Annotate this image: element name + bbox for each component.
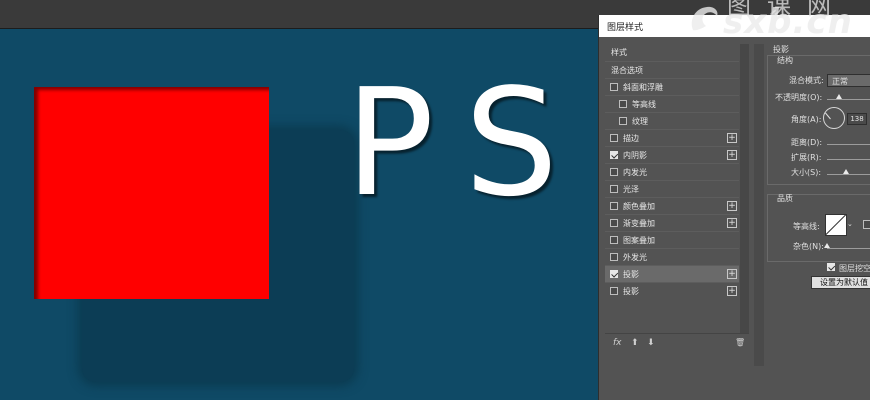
structure-title: 结构	[777, 56, 793, 65]
effect-label: 外发光	[623, 253, 647, 262]
effect-checkbox[interactable]	[610, 236, 618, 244]
styles-toolbar: fx ⬆ ⬇ 🗑	[605, 333, 749, 368]
distance-label: 距离(D):	[791, 138, 823, 147]
angle-label: 角度(A):	[791, 115, 822, 124]
contour-preview[interactable]	[825, 214, 847, 236]
noise-slider[interactable]	[827, 248, 870, 249]
effect-label: 内发光	[623, 168, 647, 177]
effect-item[interactable]: 内阴影 +	[605, 146, 739, 164]
opacity-label: 不透明度(O):	[775, 93, 823, 102]
blend-mode-value: 正常	[832, 77, 848, 86]
add-effect-icon[interactable]: +	[727, 133, 737, 143]
dialog-panel-divider	[754, 44, 764, 366]
effect-checkbox[interactable]	[610, 270, 618, 278]
opacity-slider[interactable]	[827, 99, 870, 100]
site-watermark: sxb.cn 图课网	[687, 0, 870, 50]
effect-checkbox[interactable]	[619, 117, 627, 125]
quality-title: 品质	[777, 194, 793, 203]
chevron-down-icon[interactable]: ⌄	[847, 220, 853, 228]
effect-label: 投影	[623, 270, 639, 279]
styles-list-scrollbar[interactable]	[740, 44, 749, 334]
effect-item[interactable]: 等高线	[605, 95, 739, 113]
effect-item[interactable]: 光泽	[605, 180, 739, 198]
add-effect-icon[interactable]: +	[727, 286, 737, 296]
effect-checkbox[interactable]	[610, 253, 618, 261]
effect-label: 斜面和浮雕	[623, 83, 663, 92]
effect-item[interactable]: 颜色叠加 +	[605, 197, 739, 215]
size-label: 大小(S):	[791, 168, 822, 177]
noise-slider-knob[interactable]	[824, 243, 830, 248]
spread-slider[interactable]	[827, 159, 870, 160]
effect-checkbox[interactable]	[610, 134, 618, 142]
size-slider-knob[interactable]	[843, 169, 849, 174]
anti-alias-checkbox[interactable]	[863, 220, 870, 229]
watermark-chinese: 图课网	[727, 0, 847, 20]
effect-label: 图案叠加	[623, 236, 655, 245]
styles-header-label: 样式	[611, 48, 627, 57]
effect-label: 颜色叠加	[623, 202, 655, 211]
styles-list: 样式 混合选项 斜面和浮雕等高线纹理描边 + 内阴影 + 内发光光泽颜色叠加 + 渐变叠加 +…	[605, 44, 739, 334]
effect-label: 描边	[623, 134, 639, 143]
effect-item[interactable]: 内发光	[605, 163, 739, 181]
effect-item[interactable]: 投影 +	[605, 282, 739, 300]
spread-label: 扩展(R):	[791, 153, 822, 162]
knockout-label: 图层挖空	[839, 264, 870, 273]
add-effect-icon[interactable]: +	[727, 201, 737, 211]
effect-item[interactable]: 投影 +	[605, 265, 739, 283]
size-slider[interactable]	[827, 174, 870, 175]
effect-checkbox[interactable]	[610, 219, 618, 227]
effect-item[interactable]: 外发光	[605, 248, 739, 266]
blend-mode-label: 混合模式:	[789, 76, 824, 85]
blend-options-item[interactable]: 混合选项	[605, 61, 739, 79]
effect-item[interactable]: 图案叠加	[605, 231, 739, 249]
angle-input[interactable]: 138	[847, 113, 867, 125]
drop-shadow-settings: 投影 结构 混合模式: 正常 不透明度(O): 角度(A): 138 距离(D)…	[765, 43, 870, 363]
ps-text-layer[interactable]: PS	[345, 69, 588, 217]
effect-item[interactable]: 斜面和浮雕	[605, 78, 739, 96]
effect-checkbox[interactable]	[610, 185, 618, 193]
effect-label: 纹理	[632, 117, 648, 126]
effect-checkbox[interactable]	[610, 168, 618, 176]
effect-item[interactable]: 纹理	[605, 112, 739, 130]
effect-label: 内阴影	[623, 151, 647, 160]
add-effect-icon[interactable]: +	[727, 150, 737, 160]
contour-label: 等高线:	[793, 222, 820, 231]
angle-dial[interactable]	[823, 107, 845, 129]
trash-icon[interactable]: 🗑	[735, 338, 745, 347]
effect-item[interactable]: 描边 +	[605, 129, 739, 147]
effect-checkbox[interactable]	[619, 100, 627, 108]
effect-checkbox[interactable]	[610, 151, 618, 159]
knockout-checkbox[interactable]	[827, 263, 835, 271]
effect-checkbox[interactable]	[610, 202, 618, 210]
distance-slider[interactable]	[827, 144, 870, 145]
make-default-button[interactable]: 设置为默认值	[811, 276, 870, 289]
noise-label: 杂色(N):	[793, 242, 824, 251]
layer-style-dialog: 图层样式 样式 混合选项 斜面和浮雕等高线纹理描边 + 内阴影 + 内发光光泽颜色叠加 +…	[598, 15, 870, 400]
effect-label: 投影	[623, 287, 639, 296]
fx-icon[interactable]: fx	[613, 338, 622, 348]
move-up-icon[interactable]: ⬆	[631, 338, 639, 348]
add-effect-icon[interactable]: +	[727, 218, 737, 228]
effect-item[interactable]: 渐变叠加 +	[605, 214, 739, 232]
dialog-title: 图层样式	[607, 23, 644, 33]
blend-mode-select[interactable]: 正常	[827, 74, 870, 87]
effect-label: 渐变叠加	[623, 219, 655, 228]
watermark-logo-icon	[691, 6, 718, 31]
effect-checkbox[interactable]	[610, 83, 618, 91]
blend-options-label: 混合选项	[611, 66, 643, 75]
move-down-icon[interactable]: ⬇	[647, 338, 655, 348]
red-square-layer[interactable]	[34, 87, 269, 299]
add-effect-icon[interactable]: +	[727, 269, 737, 279]
effect-checkbox[interactable]	[610, 287, 618, 295]
effect-label: 光泽	[623, 185, 639, 194]
opacity-slider-knob[interactable]	[836, 94, 842, 99]
effect-label: 等高线	[632, 100, 656, 109]
